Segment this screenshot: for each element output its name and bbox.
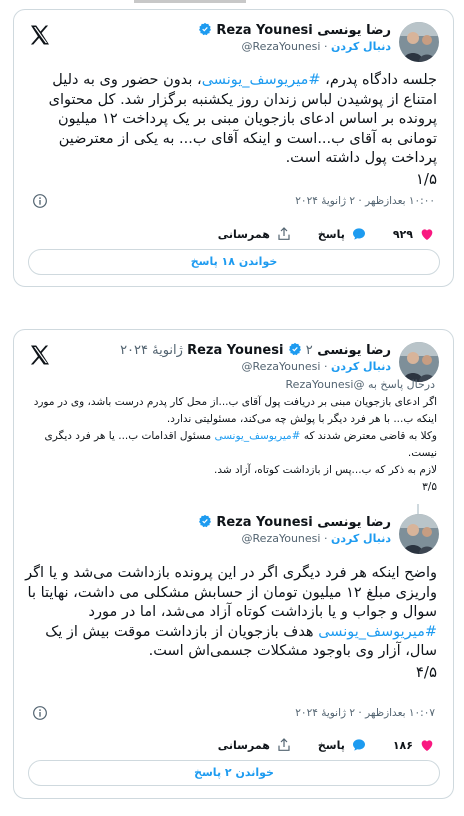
reply-label: پاسخ [317,227,345,241]
share-button[interactable]: همرسانی [218,737,292,753]
handle[interactable]: @RezaYounesi [242,40,321,53]
replying-to[interactable]: درحال پاسخ به @RezaYounesi [286,378,435,391]
x-logo-icon[interactable] [28,343,52,367]
hashtag-link[interactable]: #میریوسف_یونسی [214,430,300,442]
follow-button[interactable]: دنبال کردن [331,532,391,545]
read-replies-button[interactable]: خواندن ۱۸ پاسخ [28,249,440,275]
info-icon[interactable] [32,705,48,721]
display-name[interactable]: رضا یونسی Reza Younesi [216,23,391,38]
quoted-tweet-text: اگر ادعای بازجویان مبنی بر دریافت پول آق… [27,394,437,496]
share-button[interactable]: همرسانی [218,226,292,242]
like-count: ۹۲۹ [392,227,413,241]
share-icon [278,738,290,751]
reply-header: رضا یونسی Reza Younesi @RezaYounesi · دن… [198,514,439,554]
tweet-text: جلسه دادگاه پدرم، #میریوسف_یونسی، بدون ح… [21,71,437,189]
hashtag-link[interactable]: #میریوسف_یونسی [318,624,437,640]
reply-label: پاسخ [317,738,345,752]
timestamp[interactable]: ۱۰:۰۰ بعدازظهر · ۲ ژانویهٔ ۲۰۲۴ [295,195,435,207]
follow-button[interactable]: دنبال کردن [331,360,391,373]
timestamp[interactable]: ۱۰:۰۷ بعدازظهر · ۲ ژانویهٔ ۲۰۲۴ [295,707,435,719]
verified-badge-icon [199,22,212,36]
handle[interactable]: @RezaYounesi [242,360,321,373]
action-bar: ۱۸۶ پاسخ همرسانی [218,737,435,753]
x-logo-icon[interactable] [28,23,52,47]
tweet-header: رضا یونسی Reza Younesi ۲ ژانویهٔ ۲۰۲۴ @R… [120,342,439,382]
share-icon [278,227,290,240]
tweet-card-1[interactable]: رضا یونسی Reza Younesi @RezaYounesi · دن… [13,9,454,287]
quote-paragraph: وکلا به قاضی معترض شدند که #میریوسف_یونس… [27,428,437,462]
heart-icon [421,740,433,751]
thread-counter: ۱/۵ [415,169,437,188]
reply-button[interactable]: پاسخ [318,226,367,242]
handle[interactable]: @RezaYounesi [242,532,321,545]
display-name[interactable]: رضا یونسی Reza Younesi [216,515,391,530]
read-replies-button[interactable]: خواندن ۲ پاسخ [28,760,440,786]
quote-counter: ۳/۵ [422,481,437,493]
thread-connector [417,504,419,514]
thread-counter: ۴/۵ [415,662,437,681]
share-label: همرسانی [217,227,270,241]
reply-button[interactable]: پاسخ [318,737,367,753]
quote-paragraph: لازم به ذکر که ب...پس از بازداشت کوتاه، … [214,464,437,476]
like-button[interactable]: ۱۸۶ [393,737,435,753]
avatar[interactable] [399,514,439,554]
verified-badge-icon [288,342,301,356]
heart-icon [421,229,433,240]
reply-icon [352,228,365,240]
tweet-card-2[interactable]: رضا یونسی Reza Younesi ۲ ژانویهٔ ۲۰۲۴ @R… [13,329,454,799]
tweet-text-part: واضح اینکه هر فرد دیگری اگر در این پروند… [25,565,437,620]
follow-button[interactable]: دنبال کردن [331,40,391,53]
quote-paragraph: اگر ادعای بازجویان مبنی بر دریافت پول آق… [33,396,437,425]
like-button[interactable]: ۹۲۹ [393,226,435,242]
verified-badge-icon [199,514,212,528]
like-count: ۱۸۶ [392,738,413,752]
tweet-header: رضا یونسی Reza Younesi @RezaYounesi · دن… [198,22,439,62]
info-icon[interactable] [32,193,48,209]
hashtag-link[interactable]: #میریوسف_یونسی [202,72,321,88]
action-bar: ۹۲۹ پاسخ همرسانی [218,226,435,242]
quote-text-part: وکلا به قاضی معترض شدند که [300,430,437,442]
reply-icon [352,739,365,751]
avatar[interactable] [399,22,439,62]
tweet-text-part: جلسه دادگاه پدرم، [320,72,437,88]
share-label: همرسانی [217,738,270,752]
avatar[interactable] [399,342,439,382]
top-scroll-strip [134,0,246,3]
tweet-text: واضح اینکه هر فرد دیگری اگر در این پروند… [23,564,437,682]
